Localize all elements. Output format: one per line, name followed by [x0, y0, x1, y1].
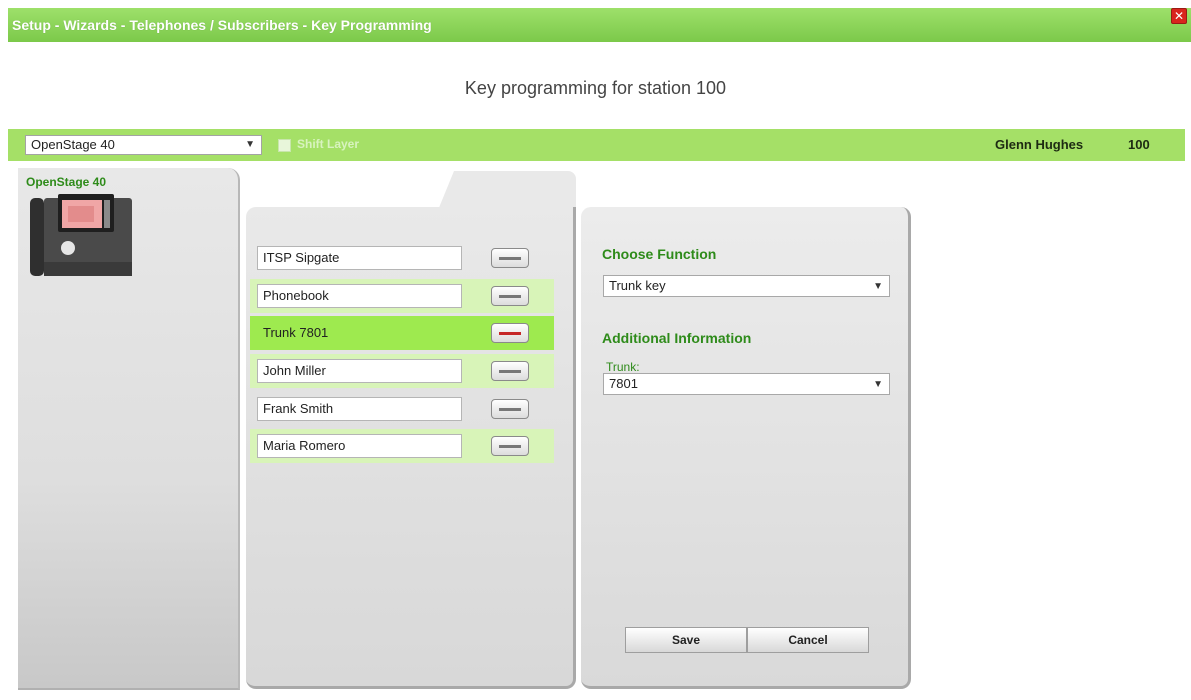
window-titlebar: Setup - Wizards - Telephones / Subscribe… — [8, 8, 1191, 42]
phone-model-select[interactable]: OpenStage 40 ▼ — [25, 135, 262, 155]
page-title: Key programming for station 100 — [464, 78, 727, 98]
key-button[interactable] — [491, 436, 529, 456]
user-name: Glenn Hughes — [995, 137, 1084, 152]
close-icon[interactable]: ✕ — [1171, 8, 1187, 24]
chevron-down-icon: ▼ — [245, 139, 255, 150]
function-select-value: Trunk key — [609, 278, 666, 293]
key-label: Maria Romero — [257, 434, 462, 458]
save-button[interactable]: Save — [625, 627, 747, 653]
window-title: Setup - Wizards - Telephones / Subscribe… — [12, 17, 432, 33]
key-button[interactable] — [491, 361, 529, 381]
key-row[interactable]: Trunk 7801 — [250, 316, 554, 350]
key-label: Phonebook — [257, 284, 462, 308]
key-row[interactable]: ITSP Sipgate — [250, 241, 554, 275]
key-row[interactable]: Phonebook — [250, 279, 554, 313]
key-label: ITSP Sipgate — [257, 246, 462, 270]
phone-panel: OpenStage 40 — [18, 168, 240, 690]
phone-panel-title: OpenStage 40 — [26, 175, 107, 189]
key-row[interactable]: Frank Smith — [250, 392, 554, 426]
key-button[interactable] — [491, 399, 529, 419]
desk-phone-icon — [30, 194, 132, 276]
trunk-select[interactable]: 7801 ▼ — [603, 373, 890, 395]
key-label: Frank Smith — [257, 397, 462, 421]
shift-layer-checkbox[interactable] — [278, 139, 291, 152]
key-button[interactable] — [491, 248, 529, 268]
key-label: Trunk 7801 — [257, 321, 462, 345]
key-row[interactable]: Maria Romero — [250, 429, 554, 463]
function-select[interactable]: Trunk key ▼ — [603, 275, 890, 297]
additional-info-heading: Additional Information — [602, 330, 752, 346]
key-row[interactable]: John Miller — [250, 354, 554, 388]
key-button[interactable] — [491, 286, 529, 306]
shift-layer-label: Shift Layer — [297, 137, 360, 151]
key-button[interactable] — [491, 323, 529, 343]
trunk-select-value: 7801 — [609, 376, 638, 391]
choose-function-heading: Choose Function — [602, 246, 717, 262]
phone-model-value: OpenStage 40 — [31, 137, 115, 152]
user-number: 100 — [1128, 137, 1150, 152]
phone-toolbar: OpenStage 40 ▼ Shift Layer Glenn Hughes … — [8, 129, 1185, 161]
trunk-label: Trunk: — [606, 360, 640, 374]
chevron-down-icon: ▼ — [873, 379, 883, 390]
key-label: John Miller — [257, 359, 462, 383]
chevron-down-icon: ▼ — [873, 281, 883, 292]
cancel-button[interactable]: Cancel — [747, 627, 869, 653]
